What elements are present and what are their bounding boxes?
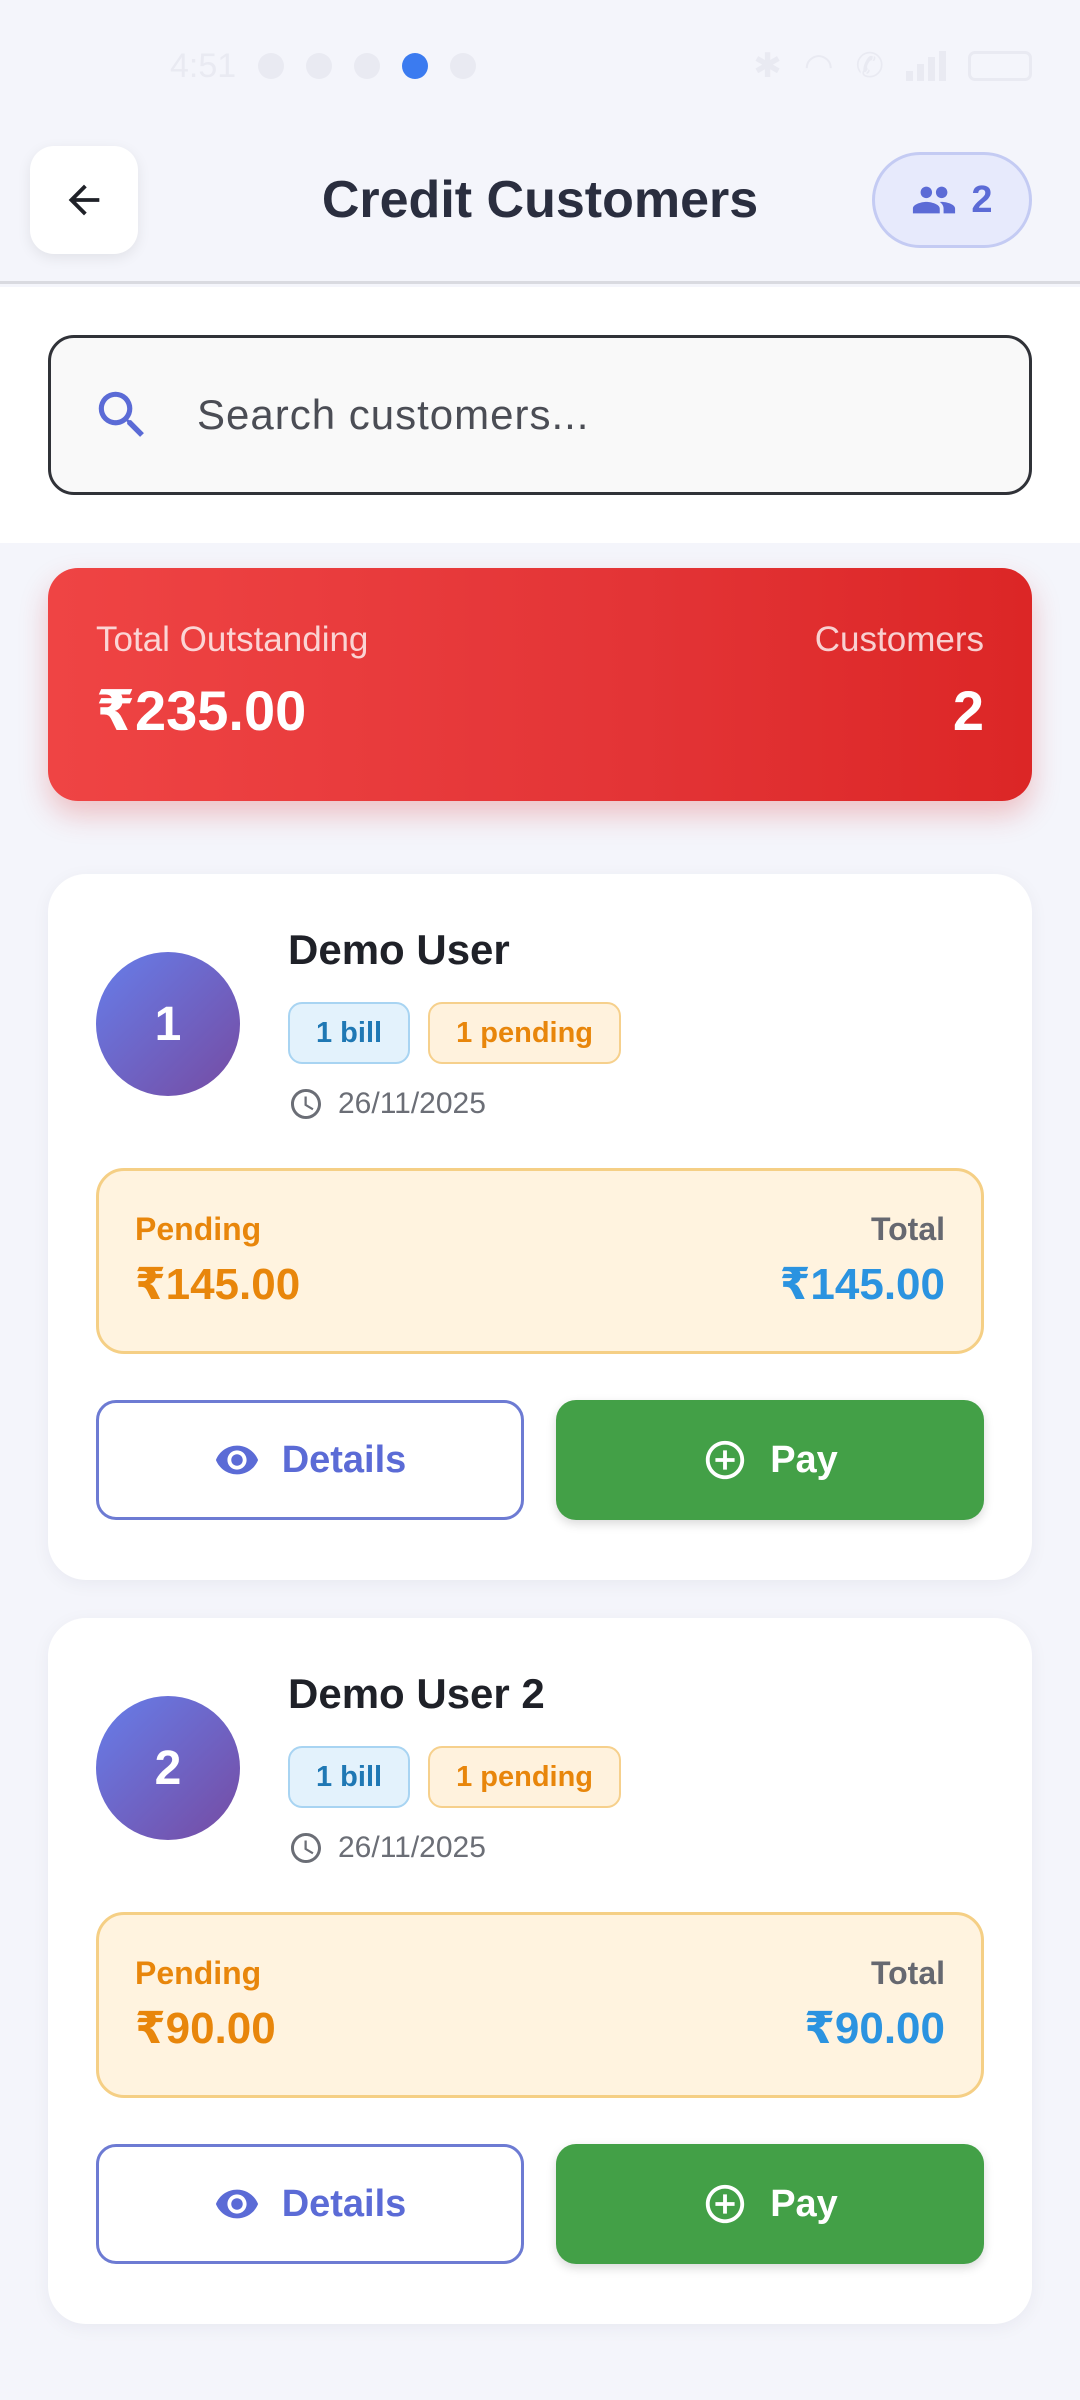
customer-card[interactable]: 2 Demo User 2 1 bill 1 pending 26/11/202… <box>48 1618 1032 2324</box>
pending-count-badge: 1 pending <box>428 1002 622 1064</box>
notification-icon <box>354 53 381 79</box>
total-label: Total <box>870 1211 945 1247</box>
status-bar: 4:51 ✱ ◠ ✆ <box>0 0 1080 132</box>
pending-label: Pending <box>135 1955 262 1991</box>
customer-badges: 1 bill 1 pending <box>288 1746 622 1808</box>
details-label: Details <box>281 1438 407 1481</box>
search-input[interactable] <box>197 391 957 439</box>
status-right: ✱ ◠ ✆ <box>753 46 1032 86</box>
search-area <box>0 287 1080 543</box>
date-text: 26/11/2025 <box>338 1087 486 1120</box>
clock-icon <box>291 1089 321 1119</box>
date-text: 26/11/2025 <box>338 1831 486 1864</box>
status-time: 4:51 <box>170 46 237 85</box>
outstanding-summary-card: Total Outstanding ₹235.00 Customers 2 <box>48 568 1032 801</box>
total-label: Total <box>870 1955 945 1991</box>
avatar: 2 <box>96 1696 240 1840</box>
bluetooth-icon: ✱ <box>753 47 782 85</box>
bill-count-badge: 1 bill <box>288 1746 411 1808</box>
add-circle-icon <box>706 2184 745 2224</box>
pending-amount: ₹90.00 <box>135 2004 276 2053</box>
eye-icon <box>215 1445 258 1475</box>
pending-label: Pending <box>135 1211 262 1247</box>
call-icon: ✆ <box>855 47 885 85</box>
avatar: 1 <box>96 952 240 1096</box>
total-outstanding-label: Total Outstanding <box>96 620 369 659</box>
search-box[interactable] <box>48 335 1032 495</box>
total-outstanding-value: ₹235.00 <box>96 679 307 742</box>
customers-value: 2 <box>952 679 984 742</box>
wifi-icon: ◠ <box>803 47 834 85</box>
notification-icon <box>306 53 333 79</box>
notification-icon <box>258 53 285 79</box>
total-amount: ₹145.00 <box>779 1260 945 1309</box>
total-amount: ₹90.00 <box>804 2004 945 2053</box>
customers-label: Customers <box>814 620 984 659</box>
last-activity-date: 26/11/2025 <box>288 1086 486 1122</box>
app-notification-icon <box>402 53 429 79</box>
eye-icon <box>215 2189 258 2219</box>
clock-icon <box>291 1833 321 1863</box>
pay-label: Pay <box>770 2182 838 2225</box>
customer-count: 2 <box>971 178 993 221</box>
bill-count-badge: 1 bill <box>288 1002 411 1064</box>
pay-button[interactable]: Pay <box>556 2144 984 2264</box>
details-button[interactable]: Details <box>96 1400 524 1520</box>
customer-card[interactable]: 1 Demo User 1 bill 1 pending 26/11/2025 … <box>48 874 1032 1580</box>
customer-name: Demo User 2 <box>288 1670 545 1717</box>
amount-summary: Pending ₹145.00 Total ₹145.00 <box>96 1168 984 1354</box>
pay-label: Pay <box>770 1438 838 1481</box>
amount-summary: Pending ₹90.00 Total ₹90.00 <box>96 1912 984 2098</box>
pay-button[interactable]: Pay <box>556 1400 984 1520</box>
pending-amount: ₹145.00 <box>135 1260 301 1309</box>
add-circle-icon <box>706 1440 745 1480</box>
details-label: Details <box>281 2182 407 2225</box>
signal-icon <box>906 51 946 81</box>
customer-badges: 1 bill 1 pending <box>288 1002 622 1064</box>
status-left: 4:51 <box>170 46 477 86</box>
search-icon <box>89 382 155 448</box>
people-icon <box>913 186 956 214</box>
battery-icon <box>968 51 1032 81</box>
customer-count-badge[interactable]: 2 <box>872 152 1032 248</box>
app-header: Credit Customers 2 <box>0 132 1080 284</box>
pending-count-badge: 1 pending <box>428 1746 622 1808</box>
customer-name: Demo User <box>288 926 510 973</box>
details-button[interactable]: Details <box>96 2144 524 2264</box>
whatsapp-icon <box>450 53 477 79</box>
last-activity-date: 26/11/2025 <box>288 1830 486 1866</box>
